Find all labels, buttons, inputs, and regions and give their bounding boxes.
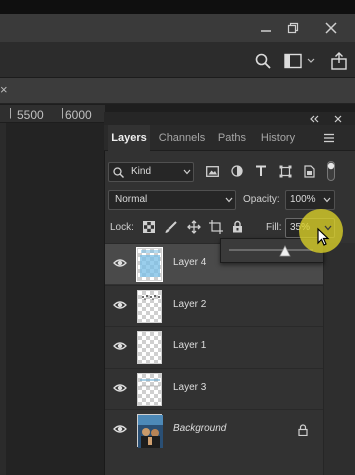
layer-row[interactable]: Layer 3 (105, 367, 323, 409)
layer-thumbnail[interactable] (137, 289, 162, 323)
layer-row[interactable]: Layer 2 (105, 284, 323, 326)
layers-scrollbar[interactable] (323, 243, 355, 475)
vertical-ruler (0, 123, 6, 475)
lock-label: Lock: (110, 222, 134, 233)
chevron-down-icon[interactable] (323, 222, 333, 234)
eye-icon[interactable] (113, 422, 127, 436)
layer-row[interactable]: Background (105, 409, 323, 450)
restore-icon[interactable] (277, 14, 309, 42)
canvas-area[interactable] (0, 123, 104, 475)
layer-thumbnail[interactable] (137, 331, 162, 364)
layer-thumbnail[interactable] (137, 372, 162, 406)
fill-slider-track[interactable] (229, 249, 313, 251)
workspace-icon[interactable] (284, 52, 320, 70)
opacity-label: Opacity: (243, 194, 280, 205)
lock-artboard-icon[interactable] (208, 219, 223, 234)
lock-all-icon[interactable] (230, 219, 244, 234)
share-icon[interactable] (329, 51, 349, 71)
close-panel-icon[interactable] (332, 113, 344, 124)
layer-name[interactable]: Layer 4 (173, 257, 206, 268)
chevron-down-icon (182, 166, 192, 178)
document-tab-strip (0, 78, 355, 104)
filter-type-icon[interactable] (253, 163, 269, 179)
chevron-down-icon (224, 194, 234, 206)
ruler-label: 6000 (65, 108, 92, 122)
filter-adjustment-icon[interactable] (229, 163, 245, 179)
collapse-panel-icon[interactable] (309, 113, 321, 124)
layer-thumbnail[interactable] (136, 247, 163, 282)
lock-image-pixels-icon[interactable] (163, 220, 177, 234)
eye-icon[interactable] (113, 381, 127, 395)
layer-name[interactable]: Layer 1 (173, 340, 206, 351)
tab-layers[interactable]: Layers (108, 125, 150, 151)
opacity-value: 100% (290, 194, 316, 205)
close-icon[interactable] (315, 14, 347, 42)
filter-pixel-icon[interactable] (204, 163, 220, 179)
ruler-tick: | (61, 107, 64, 119)
eye-icon[interactable] (113, 339, 127, 353)
panel-tabs: Layers Channels Paths History (104, 125, 355, 151)
tab-paths[interactable]: Paths (212, 125, 252, 151)
blend-mode-value: Normal (115, 194, 148, 205)
eye-icon[interactable] (113, 298, 127, 312)
filter-shape-icon[interactable] (277, 163, 293, 179)
document-tab-close[interactable]: × (0, 82, 8, 97)
chevron-down-icon[interactable] (322, 194, 332, 206)
lock-position-icon[interactable] (186, 219, 201, 234)
layer-name[interactable]: Layer 3 (173, 382, 206, 393)
search-icon (112, 166, 124, 178)
horizontal-ruler: | 5500 | 6000 (0, 105, 105, 123)
eye-icon[interactable] (113, 256, 127, 270)
ruler-tick: | (9, 107, 12, 119)
tab-channels[interactable]: Channels (154, 125, 210, 151)
filter-smart-object-icon[interactable] (301, 163, 317, 179)
tab-history[interactable]: History (254, 125, 302, 151)
fill-slider-thumb[interactable] (279, 244, 292, 257)
fill-label: Fill: (266, 222, 282, 233)
layer-name[interactable]: Layer 2 (173, 299, 206, 310)
ruler-label: 5500 (17, 108, 44, 122)
panel-menu-icon[interactable] (322, 131, 336, 145)
filter-toggle-switch[interactable] (326, 160, 336, 182)
blend-mode-select[interactable]: Normal (108, 190, 236, 210)
layer-name[interactable]: Background (173, 423, 226, 434)
lock-transparent-pixels-icon[interactable] (142, 220, 156, 234)
layer-thumbnail[interactable] (137, 414, 163, 448)
panel-header (104, 112, 355, 125)
lock-icon[interactable] (296, 423, 310, 437)
filter-kind-label: Kind (131, 166, 152, 177)
layer-row[interactable]: Layer 1 (105, 326, 323, 367)
search-icon[interactable] (254, 52, 272, 70)
